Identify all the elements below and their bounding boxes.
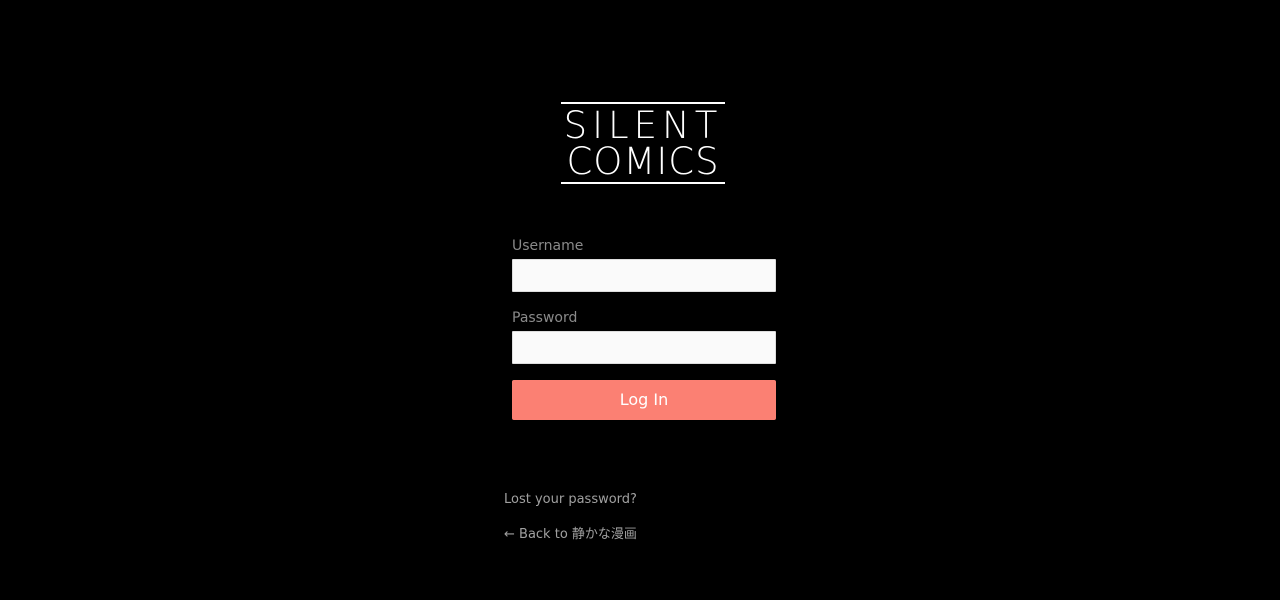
site-logo[interactable]: SILENT COMICS xyxy=(561,102,725,184)
password-field-group: Password xyxy=(512,309,776,364)
username-field-group: Username xyxy=(512,237,776,292)
log-in-button[interactable]: Log In xyxy=(512,380,776,420)
username-label: Username xyxy=(512,238,584,254)
logo-line-comics: COMICS xyxy=(566,140,720,183)
back-to-site-link[interactable]: ← Back to 静かな漫画 xyxy=(504,526,804,544)
logo-bottom-rule xyxy=(561,182,725,184)
login-form: Username Password Log In xyxy=(512,237,776,420)
logo-line-silent: SILENT xyxy=(563,104,723,147)
username-input[interactable] xyxy=(512,259,776,292)
lost-password-link[interactable]: Lost your password? xyxy=(504,491,804,509)
login-page: SILENT COMICS Username Password Log In L… xyxy=(0,0,1280,600)
password-label: Password xyxy=(512,310,578,326)
login-nav-links: Lost your password? ← Back to 静かな漫画 xyxy=(504,491,804,544)
password-input[interactable] xyxy=(512,331,776,364)
